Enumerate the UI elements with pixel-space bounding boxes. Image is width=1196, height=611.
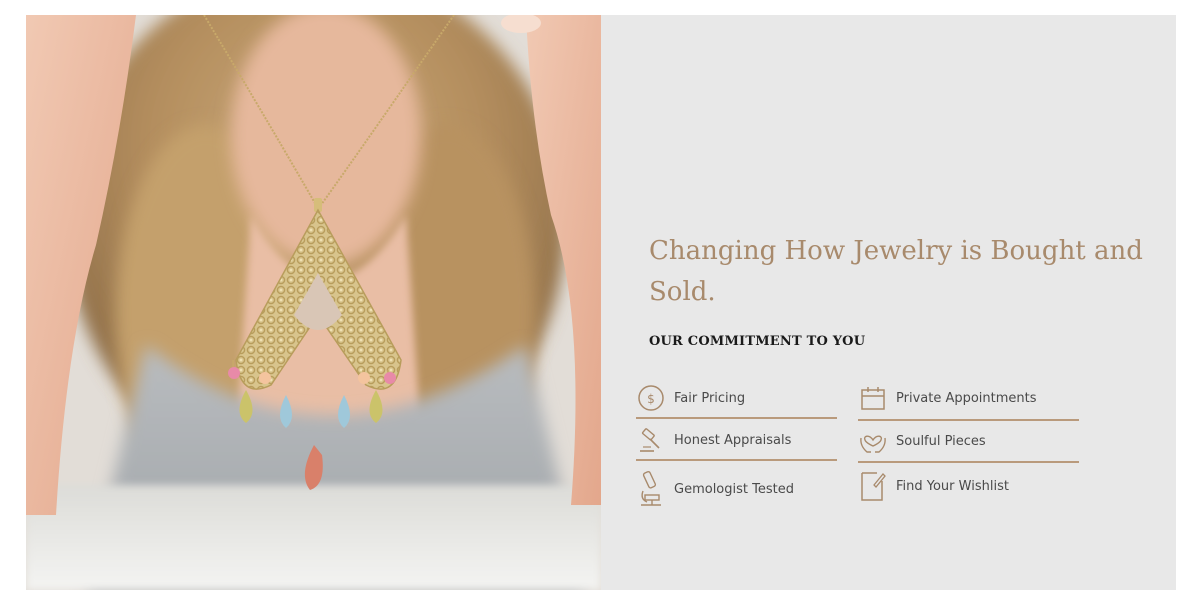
feature-label: Find Your Wishlist [896,478,1009,494]
feature-divider [858,461,1079,463]
feature-find-your-wishlist: Find Your Wishlist [858,469,1009,503]
feature-soulful-pieces: Soulful Pieces [858,426,986,456]
commitment-panel: Changing How Jewelry is Bought and Sold.… [601,15,1176,590]
feature-divider [858,419,1079,421]
svg-text:$: $ [647,392,655,406]
necklace-illustration [26,15,601,590]
feature-honest-appraisals: Honest Appraisals [636,425,791,455]
feature-label: Honest Appraisals [674,432,792,448]
feature-label: Fair Pricing [674,390,746,406]
feature-label: Private Appointments [896,390,1037,406]
hero-section: Changing How Jewelry is Bought and Sold.… [26,15,1176,590]
necklace-photo [26,15,601,590]
commitment-subheading: OUR COMMITMENT TO YOU [649,334,866,349]
feature-gemologist-tested: Gemologist Tested [636,469,794,509]
feature-label: Gemologist Tested [674,481,794,497]
feature-private-appointments: Private Appointments [858,383,1037,413]
heart-hands-icon [858,426,888,456]
feature-fair-pricing: $ Fair Pricing [636,383,745,413]
dollar-coin-icon: $ [636,383,666,413]
gavel-icon [636,425,666,455]
feature-divider [636,417,837,419]
feature-divider [636,459,837,461]
feature-label: Soulful Pieces [896,433,986,449]
calendar-icon [858,383,888,413]
microscope-icon [636,469,666,509]
wishlist-note-icon [858,469,888,503]
page-headline: Changing How Jewelry is Bought and Sold. [649,236,1143,307]
